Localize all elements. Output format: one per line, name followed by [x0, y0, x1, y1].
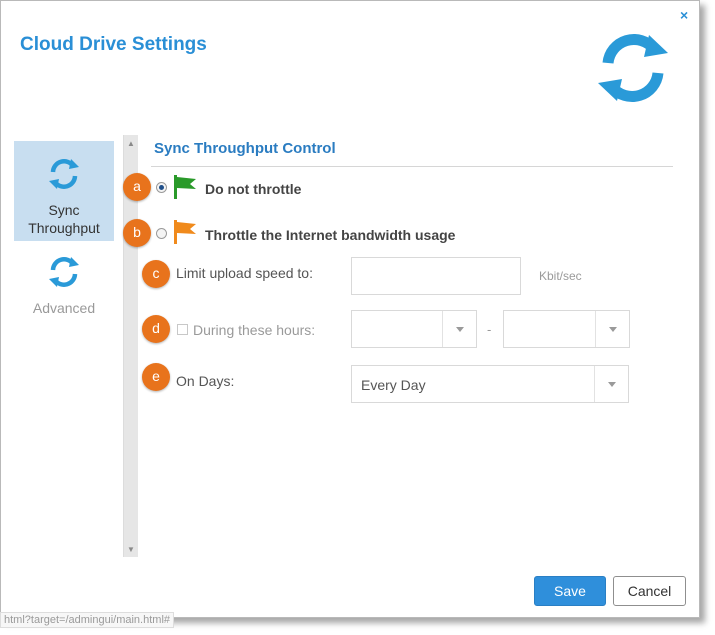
sidebar-item-label: Throughput [28, 220, 100, 236]
hours-from-select[interactable] [351, 310, 477, 348]
callout-badge-a: a [123, 173, 151, 201]
sidebar-item-sync-throughput[interactable]: Sync Throughput [14, 141, 114, 241]
section-divider [151, 166, 673, 167]
during-hours-label: During these hours: [193, 322, 316, 338]
on-days-value: Every Day [361, 377, 426, 393]
scroll-down-arrow-icon[interactable]: ▼ [127, 545, 135, 554]
callout-badge-c: c [142, 260, 170, 288]
close-icon[interactable]: × [680, 7, 688, 23]
sync-icon [49, 159, 79, 189]
status-bar-url: html?target=/admingui/main.html# [0, 612, 174, 628]
limit-upload-label: Limit upload speed to: [176, 265, 313, 281]
sidebar-item-label: Sync [48, 202, 80, 218]
sync-icon [49, 257, 79, 287]
on-days-select[interactable]: Every Day [351, 365, 629, 403]
chevron-down-icon[interactable] [594, 366, 628, 402]
cancel-button[interactable]: Cancel [613, 576, 686, 606]
chevron-down-icon[interactable] [442, 311, 476, 347]
hours-separator: - [487, 322, 492, 337]
callout-badge-e: e [142, 363, 170, 391]
orange-flag-icon [174, 220, 196, 244]
limit-upload-input[interactable] [351, 257, 521, 295]
during-hours-checkbox[interactable] [177, 324, 188, 335]
upload-unit-label: Kbit/sec [539, 269, 582, 283]
no-throttle-radio[interactable] [156, 182, 167, 193]
sidebar-item-advanced[interactable]: Advanced [14, 241, 114, 331]
callout-badge-d: d [142, 315, 170, 343]
chevron-down-icon[interactable] [595, 311, 629, 347]
on-days-label: On Days: [176, 373, 235, 389]
dialog-title: Cloud Drive Settings [20, 34, 207, 55]
sync-icon [598, 34, 668, 102]
sidebar-item-label: Advanced [32, 300, 96, 316]
section-title: Sync Throughput Control [154, 140, 336, 157]
green-flag-icon [174, 175, 196, 199]
settings-sidebar: Sync Throughput Advanced [14, 141, 114, 331]
scroll-up-arrow-icon[interactable]: ▲ [127, 139, 135, 148]
save-button[interactable]: Save [534, 576, 606, 606]
callout-badge-b: b [123, 219, 151, 247]
throttle-label: Throttle the Internet bandwidth usage [205, 227, 456, 243]
throttle-radio[interactable] [156, 228, 167, 239]
hours-to-select[interactable] [503, 310, 630, 348]
cloud-drive-settings-dialog: Cloud Drive Settings × Sync Throughput A… [0, 0, 700, 618]
no-throttle-label: Do not throttle [205, 181, 302, 197]
